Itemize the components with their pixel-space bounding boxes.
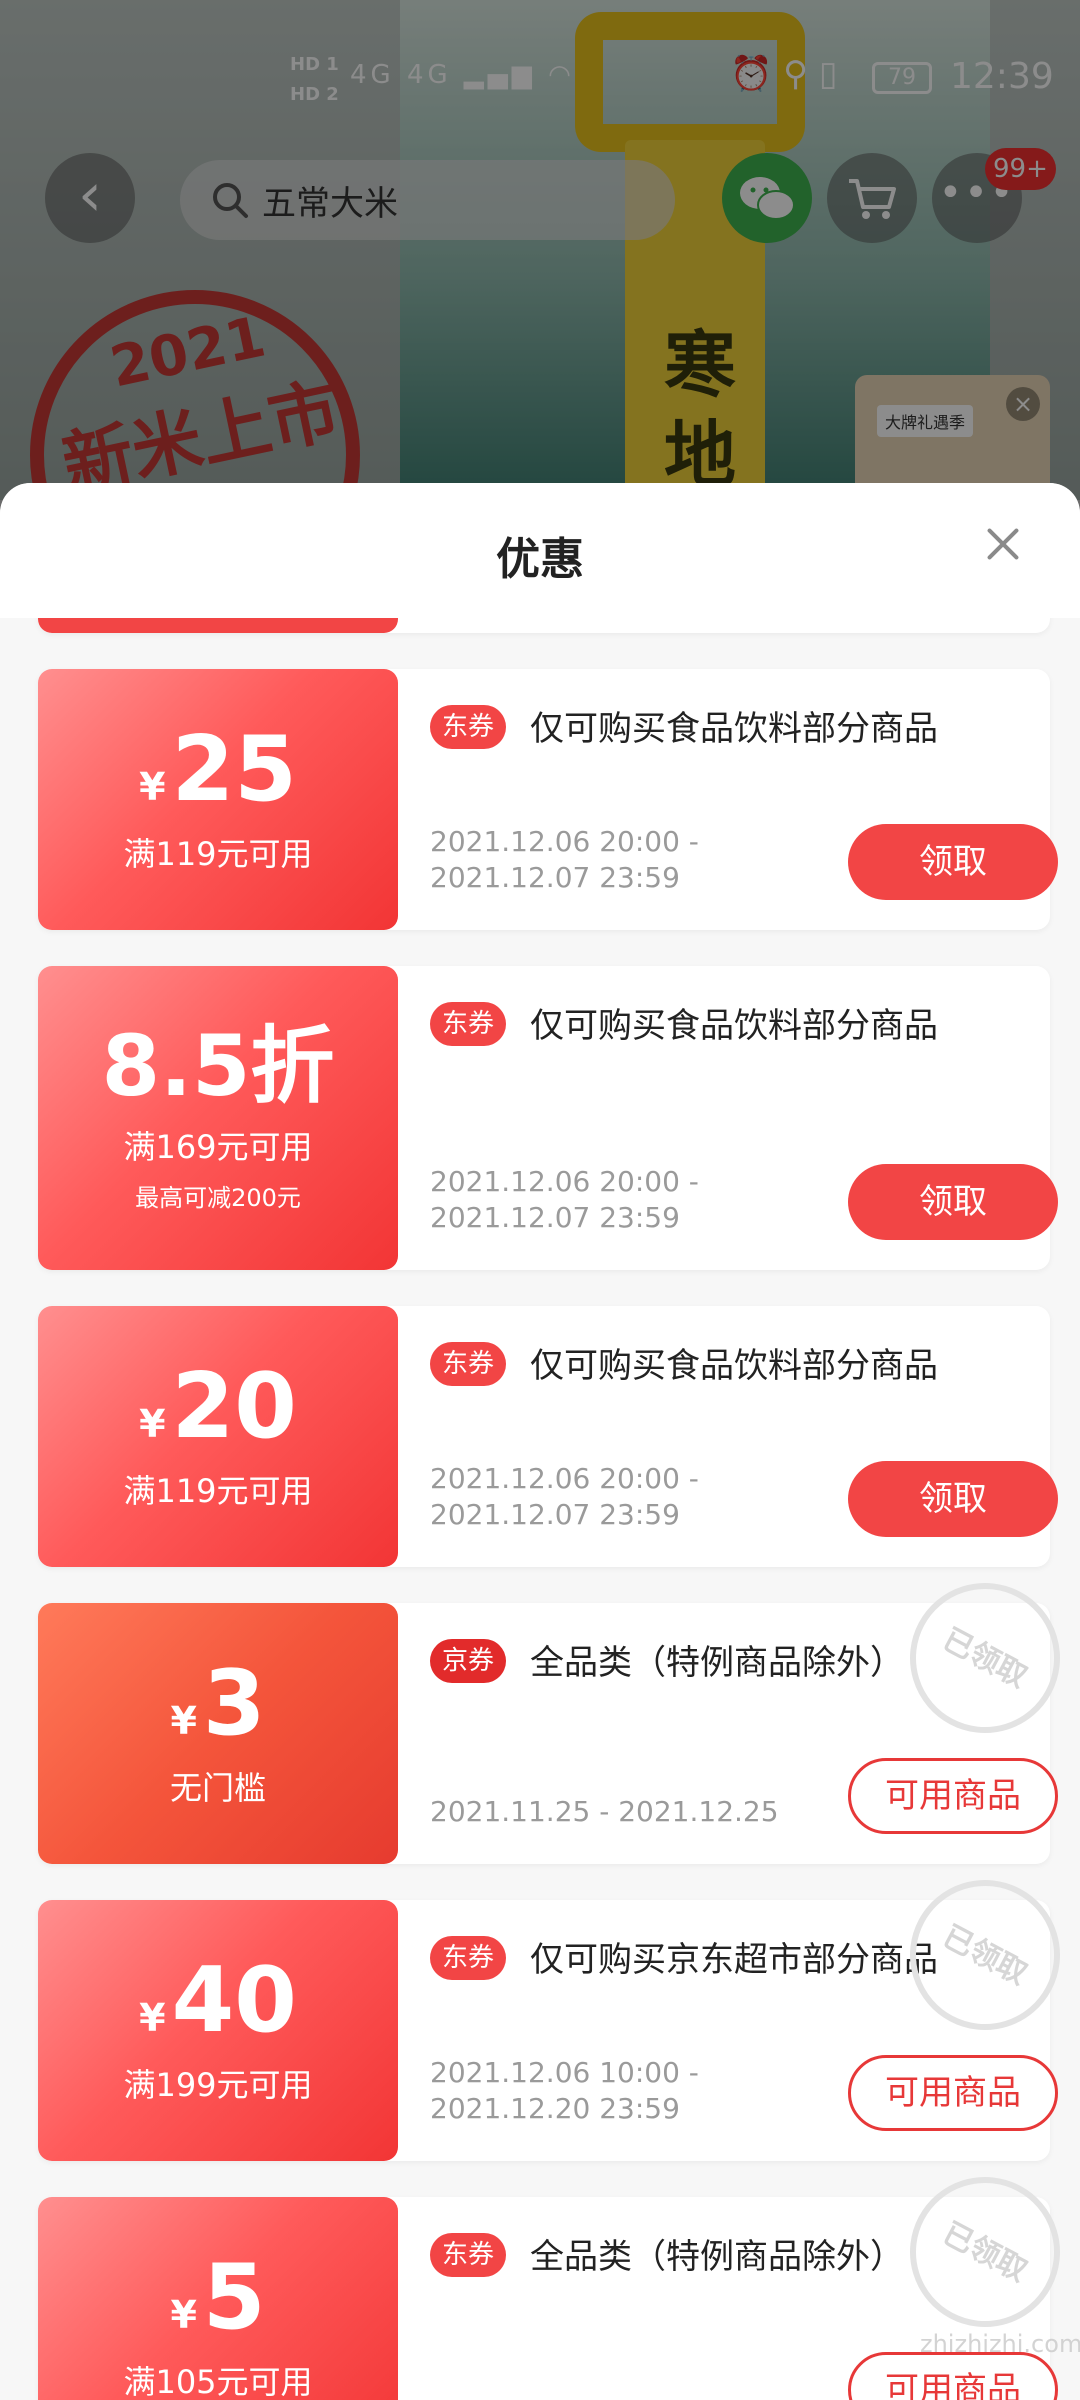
- coupon-condition: 满199元可用: [123, 2065, 313, 2104]
- validity-end: 2021.12.07 23:59: [430, 1498, 680, 1531]
- coupon-amount-row: ¥ 40: [139, 1947, 297, 2053]
- coupon-validity: 2021.11.25 - 2021.12.25: [430, 1794, 779, 1830]
- coupon-amount: 20: [171, 1353, 297, 1459]
- sheet-title: 优惠: [496, 534, 584, 585]
- claim-button[interactable]: 领取: [848, 824, 1058, 900]
- coupon-condition: 满119元可用: [123, 834, 313, 873]
- coupon-amount-row: 8.5折: [102, 1024, 335, 1108]
- coupon-amount: 40: [171, 1947, 297, 2053]
- coupon-tag: 东券: [430, 705, 507, 749]
- coupon-value-panel: ¥ 40 满199元可用: [38, 1900, 398, 2161]
- coupon-value-panel: 8.5折 满169元可用 最高可减200元: [38, 966, 398, 1270]
- coupon-tag: 东券: [430, 1936, 507, 1980]
- coupon-sheet: 优惠 ¥ 25 满119元可用 东券 仅可购买食品饮料部分商品 2021.12.…: [0, 483, 1080, 2400]
- coupon-amount: 25: [171, 716, 297, 822]
- validity-end: 2021.12.07 23:59: [430, 861, 680, 894]
- currency-symbol: ¥: [170, 1698, 197, 1743]
- currency-symbol: ¥: [170, 2292, 197, 2337]
- coupon-description: 仅可购买食品饮料部分商品: [530, 709, 938, 749]
- coupon-description: 仅可购买京东超市部分商品: [530, 1940, 938, 1980]
- claimed-stamp: 已领取: [883, 1556, 1080, 1760]
- coupon-info: 京券 全品类（特例商品除外） 2021.11.25 - 2021.12.25 可…: [430, 1556, 1080, 1864]
- coupon-description: 全品类（特例商品除外）: [530, 2237, 904, 2277]
- coupon-card: ¥ 40 满199元可用 东券 仅可购买京东超市部分商品 2021.12.06 …: [38, 1853, 1080, 2161]
- claim-button[interactable]: 领取: [848, 1461, 1058, 1537]
- coupon-description: 全品类（特例商品除外）: [530, 1643, 904, 1683]
- coupon-info: 东券 全品类（特例商品除外） 可用商品 已领取: [430, 2150, 1080, 2400]
- coupon-description: 仅可购买食品饮料部分商品: [530, 1006, 938, 1046]
- coupon-validity: 2021.12.06 10:00 - 2021.12.20 23:59: [430, 2055, 699, 2127]
- overlay-dim[interactable]: [0, 0, 1080, 500]
- validity-range: 2021.11.25 - 2021.12.25: [430, 1795, 779, 1828]
- validity-start: 2021.12.06 20:00 -: [430, 1165, 699, 1198]
- currency-symbol: ¥: [139, 764, 166, 809]
- coupon-validity: 2021.12.06 20:00 - 2021.12.07 23:59: [430, 1164, 699, 1236]
- coupon-max-discount: 最高可减200元: [135, 1183, 301, 1212]
- coupon-info: 东券 仅可购买食品饮料部分商品 2021.12.06 20:00 - 2021.…: [430, 966, 1058, 1270]
- claimed-stamp: 已领取: [883, 2150, 1080, 2354]
- coupon-value-panel: ¥ 3 无门槛: [38, 1603, 398, 1864]
- coupon-condition: 满105元可用: [123, 2362, 313, 2400]
- validity-end: 2021.12.07 23:59: [430, 1201, 680, 1234]
- coupon-info: 东券 仅可购买食品饮料部分商品 2021.12.06 20:00 - 2021.…: [430, 1306, 1058, 1567]
- coupon-description: 仅可购买食品饮料部分商品: [530, 1346, 938, 1386]
- coupon-validity: 2021.12.06 20:00 - 2021.12.07 23:59: [430, 1461, 699, 1533]
- coupon-card: 8.5折 满169元可用 最高可减200元 东券 仅可购买食品饮料部分商品 20…: [38, 966, 1058, 1270]
- coupon-value-panel: ¥ 5 满105元可用: [38, 2197, 398, 2400]
- coupon-tag: 东券: [430, 1002, 507, 1046]
- coupon-tag: 东券: [430, 1342, 507, 1386]
- coupon-card: ¥ 25 满119元可用 东券 仅可购买食品饮料部分商品 2021.12.06 …: [38, 669, 1058, 930]
- coupon-amount-row: ¥ 5: [170, 2244, 266, 2350]
- coupon-amount-row: ¥ 3: [170, 1650, 266, 1756]
- coupon-condition: 满119元可用: [123, 1471, 313, 1510]
- coupon-tag: 京券: [430, 1639, 507, 1683]
- validity-start: 2021.12.06 20:00 -: [430, 825, 699, 858]
- coupon-value-panel: ¥ 25 满119元可用: [38, 669, 398, 930]
- currency-symbol: ¥: [139, 1401, 166, 1446]
- claimed-stamp: 已领取: [883, 1853, 1080, 2057]
- validity-start: 2021.12.06 20:00 -: [430, 1462, 699, 1495]
- coupon-list[interactable]: ¥ 25 满119元可用 东券 仅可购买食品饮料部分商品 2021.12.06 …: [38, 583, 1080, 2400]
- validity-end: 2021.12.20 23:59: [430, 2092, 680, 2125]
- coupon-amount-row: ¥ 20: [139, 1353, 297, 1459]
- available-products-button[interactable]: 可用商品: [848, 2055, 1058, 2131]
- coupon-condition: 满169元可用: [123, 1127, 313, 1166]
- available-products-button[interactable]: 可用商品: [848, 1758, 1058, 1834]
- coupon-card: ¥ 5 满105元可用 东券 全品类（特例商品除外） 可用商品 已领取: [38, 2150, 1080, 2400]
- coupon-card: ¥ 3 无门槛 京券 全品类（特例商品除外） 2021.11.25 - 2021…: [38, 1556, 1080, 1864]
- coupon-validity: 2021.12.06 20:00 - 2021.12.07 23:59: [430, 824, 699, 896]
- coupon-tag: 东券: [430, 2233, 507, 2277]
- validity-start: 2021.12.06 10:00 -: [430, 2056, 699, 2089]
- close-button[interactable]: [980, 521, 1026, 567]
- coupon-condition: 无门槛: [169, 1768, 266, 1807]
- currency-symbol: ¥: [139, 1995, 166, 2040]
- available-products-button[interactable]: 可用商品: [848, 2352, 1058, 2400]
- coupon-amount: 8.5折: [101, 1016, 335, 1115]
- claim-button[interactable]: 领取: [848, 1164, 1058, 1240]
- coupon-value-panel: ¥ 20 满119元可用: [38, 1306, 398, 1567]
- coupon-amount: 3: [202, 1650, 266, 1756]
- coupon-card: ¥ 20 满119元可用 东券 仅可购买食品饮料部分商品 2021.12.06 …: [38, 1306, 1058, 1567]
- watermark: zhizhizhi.com: [920, 2330, 1080, 2358]
- coupon-info: 东券 仅可购买京东超市部分商品 2021.12.06 10:00 - 2021.…: [430, 1853, 1080, 2161]
- coupon-info: 东券 仅可购买食品饮料部分商品 2021.12.06 20:00 - 2021.…: [430, 669, 1058, 930]
- coupon-amount-row: ¥ 25: [139, 716, 297, 822]
- sheet-header: 优惠: [0, 483, 1080, 618]
- coupon-amount: 5: [202, 2244, 266, 2350]
